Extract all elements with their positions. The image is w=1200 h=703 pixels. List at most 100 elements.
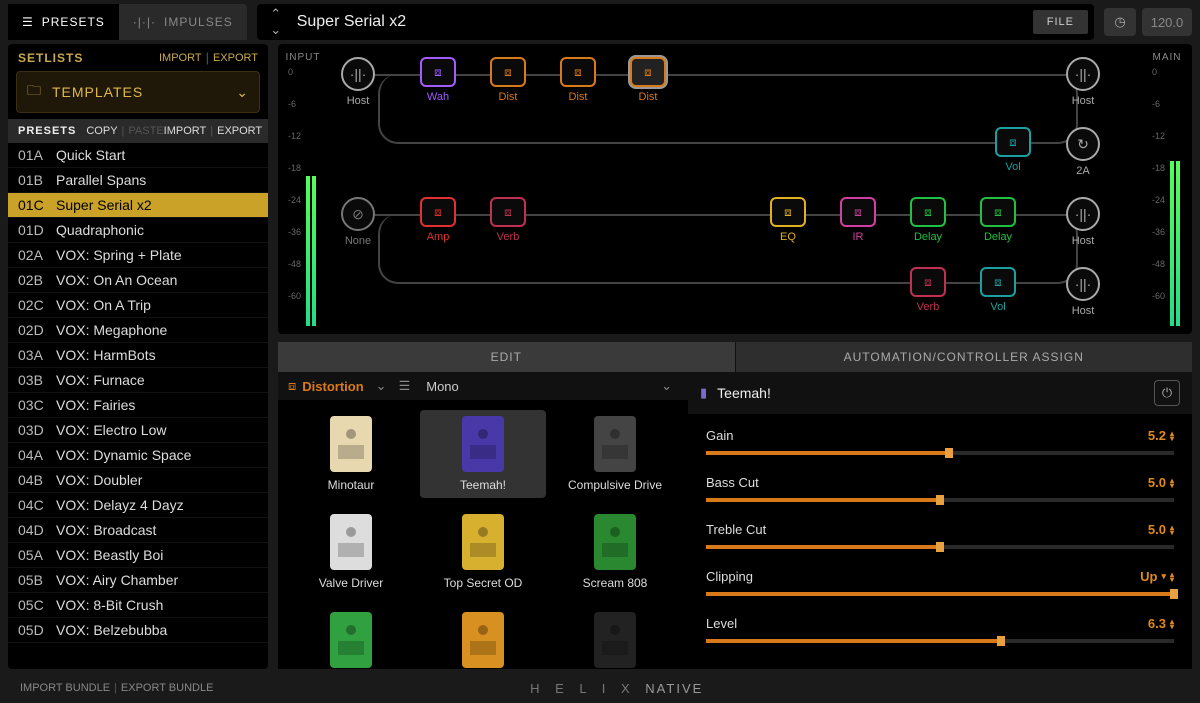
signal-node-delay[interactable]: ⧈Delay [973,197,1023,243]
preset-list: 01AQuick Start01BParallel Spans01CSuper … [8,143,268,669]
preset-item[interactable]: 02DVOX: Megaphone [8,318,268,343]
signal-node-amp[interactable]: ⧈Amp [413,197,463,243]
folder-icon: 🗀 [27,80,42,104]
signal-node-wah[interactable]: ⧈Wah [413,57,463,103]
model-grid: MinotaurTeemah!Compulsive Drive Valve Dri… [278,400,688,669]
preset-item[interactable]: 04AVOX: Dynamic Space [8,443,268,468]
setlists-label: SETLISTS [18,51,159,65]
presets-header-label: PRESETS [18,125,76,137]
tab-impulses[interactable]: ·|·|·IMPULSES [119,4,247,40]
preset-item[interactable]: 05DVOX: Belzebubba [8,618,268,643]
model-item[interactable]: Stupor OD [420,606,546,669]
chevron-up-icon: ⌃ [270,6,281,22]
signal-node-dist[interactable]: ⧈Dist [623,57,673,103]
signal-node-vol[interactable]: ⧈Vol [988,127,1038,173]
model-item[interactable]: Valve Driver [288,508,414,596]
chevron-down-icon: ⌄ [661,378,672,394]
tab-automation[interactable]: AUTOMATION/CONTROLLER ASSIGN [736,342,1193,372]
preset-item[interactable]: 03BVOX: Furnace [8,368,268,393]
model-item[interactable]: Top Secret OD [420,508,546,596]
param-level[interactable]: Level6.3 ▴▾ [688,606,1192,653]
setlist-dropdown[interactable]: 🗀 TEMPLATES ⌄ [16,71,260,113]
file-button[interactable]: FILE [1033,10,1088,34]
tab-edit[interactable]: EDIT [278,342,736,372]
signal-flow: INPUT 0-6-12-18-24-36-48-60 ·||·Host ⧈Wah… [278,44,1192,334]
signal-node-host[interactable]: ·||·Host [333,57,383,107]
signal-node-delay[interactable]: ⧈Delay [903,197,953,243]
signal-node-dist[interactable]: ⧈Dist [553,57,603,103]
input-meter: 0-6-12-18-24-36-48-60 [288,67,318,326]
signal-node-host[interactable]: ·||·Host [1058,197,1108,247]
setlists-import[interactable]: IMPORT [159,52,202,64]
view-mode-icon[interactable]: ☰ [399,378,411,394]
signal-node-ir[interactable]: ⧈IR [833,197,883,243]
signal-node-verb[interactable]: ⧈Verb [483,197,533,243]
preset-item[interactable]: 03DVOX: Electro Low [8,418,268,443]
preset-item[interactable]: 01DQuadraphonic [8,218,268,243]
preset-prev-next[interactable]: ⌃⌄ [263,6,289,38]
chevron-down-icon: ⌄ [270,22,281,38]
output-meter: 0-6-12-18-24-36-48-60 [1152,67,1182,326]
param-gain[interactable]: Gain5.2 ▴▾ [688,418,1192,465]
chevron-down-icon: ⌄ [236,84,249,101]
impulse-icon: ·|·|· [133,15,156,29]
signal-node-dist[interactable]: ⧈Dist [483,57,533,103]
power-button[interactable]: ⏻ [1154,380,1180,406]
preset-item[interactable]: 01CSuper Serial x2 [8,193,268,218]
preset-item[interactable]: 04CVOX: Delayz 4 Dayz [8,493,268,518]
signal-node-host[interactable]: ·||·Host [1058,57,1108,107]
presets-export[interactable]: EXPORT [217,125,262,137]
input-meter-label: INPUT [286,52,321,63]
tempo-mode-button[interactable]: ◷ [1104,8,1136,36]
preset-item[interactable]: 01AQuick Start [8,143,268,168]
brand-label: H E L I X NATIVE [213,681,1020,696]
main-meter-label: MAIN [1153,52,1182,63]
clock-icon: ◷ [1114,14,1125,30]
model-item[interactable]: Hedgehog D9 [288,606,414,669]
tab-presets[interactable]: ☰PRESETS [8,4,119,40]
param-bass-cut[interactable]: Bass Cut5.0 ▴▾ [688,465,1192,512]
preset-item[interactable]: 05AVOX: Beastly Boi [8,543,268,568]
model-item[interactable]: Minotaur [288,410,414,498]
preset-item[interactable]: 02CVOX: On A Trip [8,293,268,318]
distortion-icon: ⧈ [288,378,296,394]
tempo-value[interactable]: 120.0 [1142,8,1192,36]
signal-node-none[interactable]: ⊘None [333,197,383,247]
signal-node-2a[interactable]: ↻2A [1058,127,1108,177]
preset-item[interactable]: 02AVOX: Spring + Plate [8,243,268,268]
preset-item[interactable]: 01BParallel Spans [8,168,268,193]
preset-item[interactable]: 05BVOX: Airy Chamber [8,568,268,593]
power-icon: ⏻ [1162,385,1172,401]
category-select[interactable]: Distortion [302,379,363,394]
model-icon: ▮ [700,385,707,401]
library-tabs: ☰PRESETS ·|·|·IMPULSES [8,4,247,40]
model-item[interactable]: Compulsive Drive [552,410,678,498]
param-clipping[interactable]: ClippingUp▾ ▴▾ [688,559,1192,606]
export-bundle[interactable]: EXPORT BUNDLE [121,682,214,694]
signal-node-verb[interactable]: ⧈Verb [903,267,953,313]
preset-item[interactable]: 03CVOX: Fairies [8,393,268,418]
preset-item[interactable]: 04BVOX: Doubler [8,468,268,493]
presets-paste: PASTE [128,125,163,137]
signal-node-eq[interactable]: ⧈EQ [763,197,813,243]
model-item[interactable]: Teemah! [420,410,546,498]
preset-sidebar: SETLISTS IMPORT | EXPORT 🗀 TEMPLATES ⌄ P… [8,44,268,669]
import-bundle[interactable]: IMPORT BUNDLE [20,682,110,694]
presets-copy[interactable]: COPY [86,125,117,137]
signal-node-vol[interactable]: ⧈Vol [973,267,1023,313]
preset-item[interactable]: 03AVOX: HarmBots [8,343,268,368]
subtype-select[interactable]: Mono [426,379,459,394]
setlists-export[interactable]: EXPORT [213,52,258,64]
preset-title[interactable]: Super Serial x2 [289,13,1033,31]
list-icon: ☰ [22,15,34,29]
model-item[interactable]: Vermin Dist [552,606,678,669]
preset-item[interactable]: 04DVOX: Broadcast [8,518,268,543]
preset-item[interactable]: 02BVOX: On An Ocean [8,268,268,293]
preset-item[interactable]: 05CVOX: 8-Bit Crush [8,593,268,618]
chevron-down-icon: ⌄ [376,378,387,394]
signal-chain[interactable]: ·||·Host ⧈Wah ⧈Dist ⧈Dist ⧈Dist ·||·Host ⧈Vol ↻… [318,52,1152,326]
param-treble-cut[interactable]: Treble Cut5.0 ▴▾ [688,512,1192,559]
model-item[interactable]: Scream 808 [552,508,678,596]
signal-node-host[interactable]: ·||·Host [1058,267,1108,317]
presets-import[interactable]: IMPORT [164,125,207,137]
